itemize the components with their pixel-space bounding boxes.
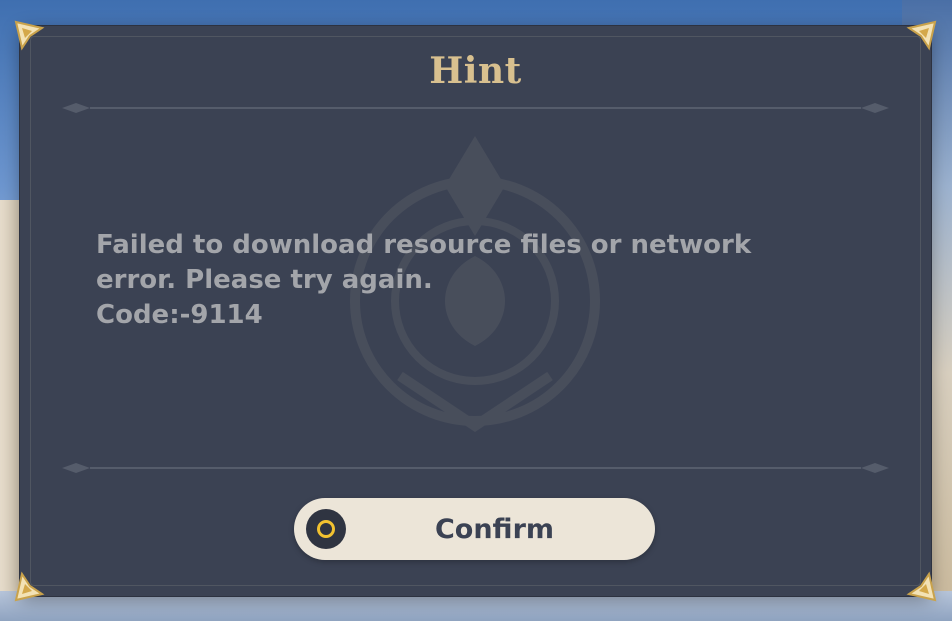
corner-ornament-icon: [906, 20, 937, 51]
corner-ornament-icon: [14, 20, 45, 51]
corner-ornament-icon: [14, 571, 45, 602]
confirm-label: Confirm: [434, 513, 555, 545]
divider-ornament-icon: [62, 103, 889, 113]
message-line: Failed to download resource files or net…: [96, 230, 752, 260]
confirm-button[interactable]: Confirm: [294, 498, 655, 560]
dialog-title: Hint: [429, 50, 522, 92]
error-message: Failed to download resource files or net…: [96, 228, 796, 333]
divider-ornament-icon: [62, 463, 889, 473]
game-screen: Hint Failed to download resource files o…: [0, 0, 952, 621]
error-code: Code:-9114: [96, 300, 263, 330]
corner-ornament-icon: [906, 571, 937, 602]
circle-button-icon: [306, 509, 346, 549]
hint-dialog: Hint Failed to download resource files o…: [14, 20, 937, 602]
message-line: error. Please try again.: [96, 265, 433, 295]
